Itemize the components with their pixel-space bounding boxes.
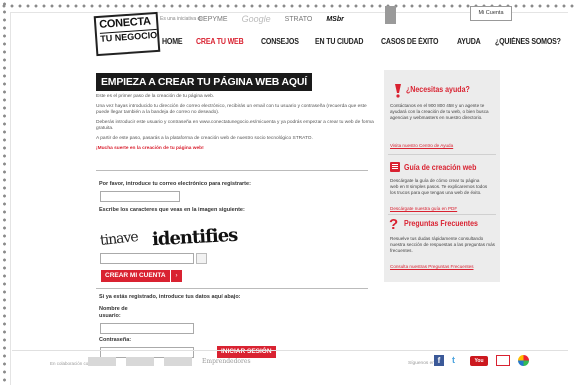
divider: [388, 154, 496, 155]
nav-crea-tu-web[interactable]: CREA TU WEB: [196, 37, 244, 46]
collab-text: En colaboración con:: [50, 361, 93, 366]
site-logo[interactable]: CONECTA TU NEGOCIO: [93, 11, 161, 57]
mail-icon[interactable]: [496, 355, 510, 366]
username-label-2: usuario:: [99, 313, 121, 319]
youtube-icon[interactable]: You Tube: [470, 355, 488, 374]
divider: [388, 214, 496, 215]
collab-logo: [164, 357, 192, 366]
logo-line1: CONECTA: [98, 15, 152, 31]
guide-icon: [390, 162, 400, 172]
help-center-link[interactable]: Visita nuestro Centro de Ayuda: [390, 143, 453, 148]
flickr-icon[interactable]: [518, 355, 529, 366]
faq-text: Resuelve tus dudas rápidamente consultan…: [390, 236, 495, 253]
captcha-word1: tinave: [99, 229, 139, 249]
email-label: Por favor, introduce tu correo electróni…: [99, 181, 251, 187]
nav-quienes-somos[interactable]: ¿QUIÉNES SOMOS?: [495, 37, 561, 46]
collab-emprendedores: Emprendedores: [202, 358, 251, 365]
exclamation-icon: [395, 84, 401, 98]
captcha-image: tinave identifies: [99, 225, 238, 250]
captcha-word2: identifies: [151, 224, 238, 251]
facebook-icon[interactable]: f: [434, 355, 444, 366]
nav-consejos[interactable]: CONSEJOS: [261, 37, 299, 46]
captcha-label: Escribe los caracteres que veas en la im…: [99, 207, 245, 213]
nav-ayuda[interactable]: AYUDA: [457, 37, 481, 46]
username-label-1: Nombre de: [99, 306, 128, 312]
divider: [96, 170, 368, 171]
login-heading: Si ya estás registrado, introduce tus da…: [99, 294, 241, 300]
partner-logos: CEPYME Google STRATO MSbr: [198, 14, 344, 24]
my-account-button[interactable]: Mi Cuenta: [470, 6, 512, 21]
intro-paragraph: Este es el primer paso de la creación de…: [96, 94, 215, 99]
partner-cepyme: CEPYME: [198, 15, 228, 23]
social-links: f t You Tube: [434, 355, 529, 374]
page-title: EMPIEZA A CREAR TU PÁGINA WEB AQUÍ: [96, 73, 312, 91]
follow-text: Síguenos en:: [408, 361, 437, 366]
faq-link[interactable]: Consulta nuestras Preguntas Frecuentes: [390, 264, 474, 269]
question-icon: ?: [389, 216, 399, 233]
guide-title: Guía de creación web: [404, 163, 477, 172]
collab-logo: [88, 357, 116, 366]
partner-strato: STRATO: [284, 15, 313, 23]
partner-google: Google: [241, 14, 271, 24]
intro-paragraph: A partir de este paso, pasarás a la plat…: [96, 136, 313, 141]
captcha-refresh-icon[interactable]: [196, 253, 207, 264]
guide-pdf-link[interactable]: Descárgate nuestra guía en PDF: [390, 206, 457, 211]
logo-line2: TU NEGOCIO: [99, 28, 158, 44]
intro-text: Este es el primer paso de la creación de…: [96, 94, 381, 156]
collab-logos: Emprendedores: [88, 357, 251, 366]
collab-logo: [126, 357, 154, 366]
binding-dots-left: [2, 0, 7, 385]
email-field[interactable]: [100, 191, 180, 202]
header-graphic: [385, 6, 396, 24]
partner-ms: MSbr: [326, 15, 344, 23]
username-field[interactable]: [100, 323, 194, 334]
password-label: Contraseña:: [99, 337, 132, 343]
help-text: Contáctanos en el 900 800 458 y un agent…: [390, 103, 489, 120]
create-account-button[interactable]: CREAR MI CUENTA: [101, 270, 170, 282]
nav-home[interactable]: HOME: [162, 37, 183, 46]
captcha-field[interactable]: [100, 253, 194, 264]
nav-en-tu-ciudad[interactable]: EN TU CIUDAD: [315, 37, 364, 46]
intro-paragraph: Deberás introducir este usuario y contra…: [96, 120, 374, 131]
faq-title: Preguntas Frecuentes: [404, 219, 478, 228]
guide-text: Descárgate la guía de cómo crear tu pági…: [390, 178, 488, 195]
footer-divider: [12, 350, 568, 351]
divider: [96, 288, 368, 289]
help-title: ¿Necesitas ayuda?: [406, 85, 470, 94]
sidebar: ¿Necesitas ayuda? Contáctanos en el 900 …: [384, 70, 500, 282]
arrow-right-icon[interactable]: ›: [170, 270, 182, 282]
luck-text: ¡Mucha suerte en la creación de tu págin…: [96, 146, 204, 151]
twitter-icon[interactable]: t: [452, 355, 462, 366]
intro-paragraph: Una vez hayas introducido tu dirección d…: [96, 104, 367, 115]
main-nav: HOME CREA TU WEB CONSEJOS EN TU CIUDAD C…: [162, 37, 570, 46]
nav-casos-de-exito[interactable]: CASOS DE ÉXITO: [381, 37, 438, 46]
